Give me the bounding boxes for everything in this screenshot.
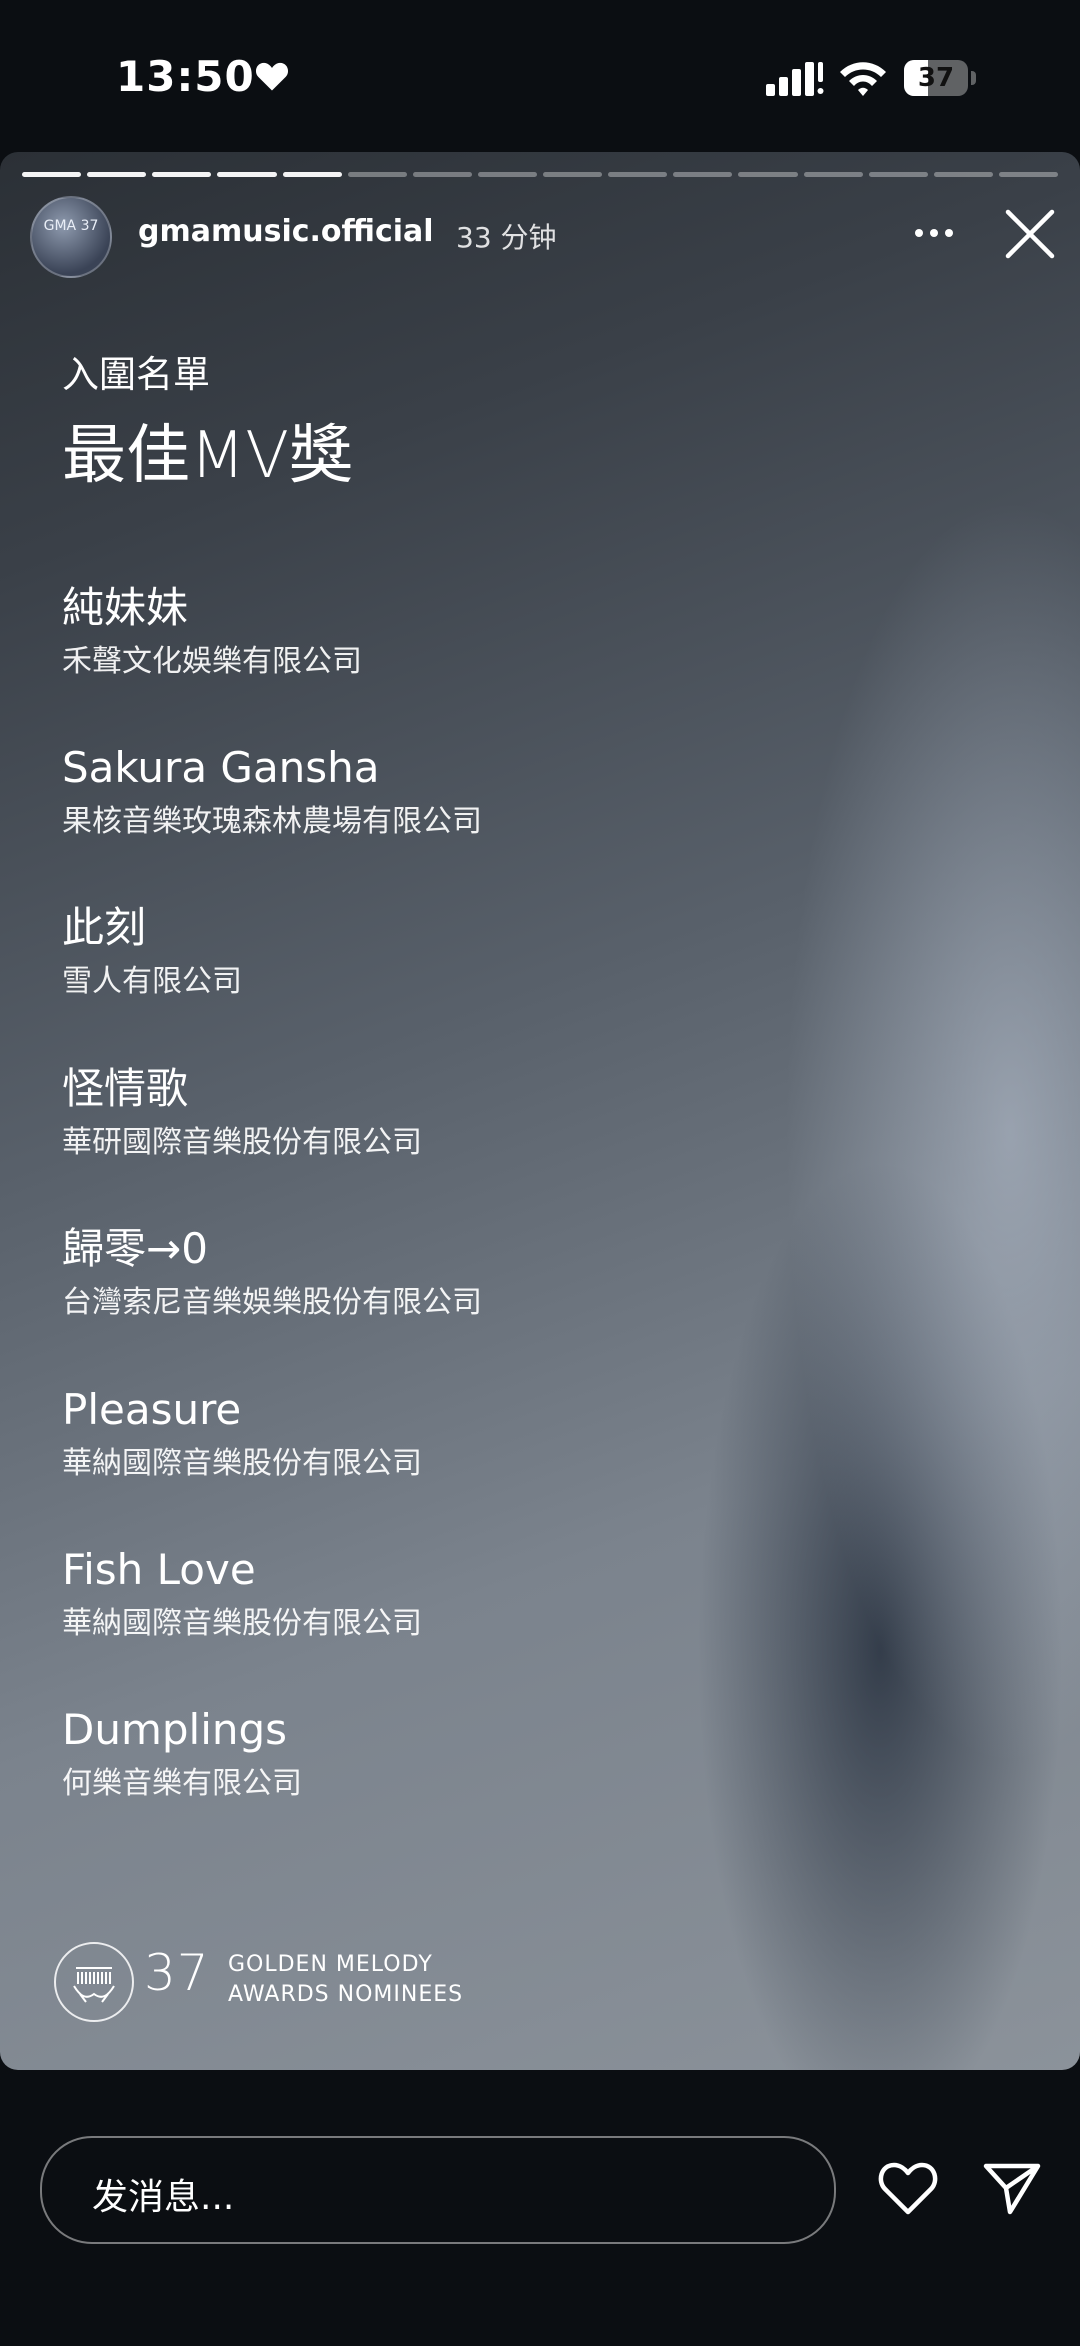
- nominee-item: Pleasure 華納國際音樂股份有限公司: [62, 1384, 422, 1484]
- message-input[interactable]: 发消息...: [40, 2136, 836, 2244]
- nominee-company: 華研國際音樂股份有限公司: [62, 1125, 422, 1160]
- caption-title: 最佳MV獎: [62, 419, 353, 493]
- footer-line-2: AWARDS NOMINEES: [228, 1982, 464, 2007]
- story-time-ago: 33 分钟: [456, 221, 557, 254]
- progress-segment: [998, 172, 1058, 177]
- message-placeholder: 发消息...: [92, 2177, 235, 2218]
- story-progress-bar: [22, 172, 1058, 178]
- footer-number: 37: [144, 1944, 210, 2002]
- nominee-item: Dumplings 何樂音樂有限公司: [62, 1704, 302, 1804]
- nominee-item: 歸零→0 台灣索尼音樂娛樂股份有限公司: [62, 1223, 482, 1323]
- nominee-company: 何樂音樂有限公司: [62, 1766, 302, 1801]
- progress-segment: [673, 172, 733, 177]
- send-icon[interactable]: [980, 2158, 1044, 2218]
- nominee-item: Sakura Gansha 果核音樂玫瑰森林農場有限公司: [62, 742, 482, 842]
- progress-segment: [347, 172, 407, 177]
- heart-icon: [255, 62, 289, 91]
- nominee-company: 雪人有限公司: [62, 964, 242, 999]
- heart-outline-icon[interactable]: [876, 2158, 940, 2218]
- avatar-text: GMA 37: [43, 218, 99, 234]
- nominee-title: 歸零→0: [62, 1224, 208, 1273]
- nominee-title: Pleasure: [62, 1385, 242, 1434]
- nominee-company: 果核音樂玫瑰森林農場有限公司: [62, 804, 482, 839]
- nominee-title: Sakura Gansha: [62, 743, 380, 792]
- story-card[interactable]: GMA 37 gmamusic.official 33 分钟 入圍名單 最佳MV…: [0, 152, 1080, 2070]
- nominee-title: Dumplings: [62, 1705, 288, 1754]
- nominee-item: 怪情歌 華研國際音樂股份有限公司: [62, 1063, 422, 1163]
- status-time: 13:50: [116, 52, 255, 101]
- wifi-icon: [840, 62, 886, 96]
- footer-text: GOLDEN MELODY AWARDS NOMINEES: [228, 1950, 463, 2010]
- progress-segment: [87, 172, 147, 177]
- nominee-title: 此刻: [62, 903, 147, 952]
- nominee-company: 華納國際音樂股份有限公司: [62, 1446, 422, 1481]
- close-icon[interactable]: [1004, 208, 1056, 260]
- username[interactable]: gmamusic.official: [138, 214, 434, 249]
- cellular-signal-icon: [766, 62, 824, 96]
- nominee-title: Fish Love: [62, 1545, 256, 1594]
- gma-logo-icon: [54, 1942, 134, 2022]
- status-bar: 13:50 37: [0, 0, 1080, 150]
- nominee-company: 台灣索尼音樂娛樂股份有限公司: [62, 1285, 482, 1320]
- progress-segment: [152, 172, 212, 177]
- nominee-item: 純妹妹 禾聲文化娛樂有限公司: [62, 582, 362, 682]
- progress-segment: [803, 172, 863, 177]
- progress-segment: [412, 172, 472, 177]
- caption-label: 入圍名單: [62, 353, 210, 396]
- nominee-company: 華納國際音樂股份有限公司: [62, 1606, 422, 1641]
- nominee-item: 此刻 雪人有限公司: [62, 902, 242, 1002]
- battery-icon: 37: [904, 60, 976, 96]
- progress-segment: [477, 172, 537, 177]
- progress-segment: [933, 172, 993, 177]
- progress-segment: [868, 172, 928, 177]
- progress-segment: [543, 172, 603, 177]
- progress-segment: [22, 172, 82, 177]
- progress-segment: [608, 172, 668, 177]
- avatar[interactable]: GMA 37: [30, 196, 112, 278]
- footer-line-1: GOLDEN MELODY: [228, 1952, 433, 1977]
- battery-level: 37: [917, 63, 955, 93]
- more-options-icon[interactable]: [912, 218, 956, 248]
- progress-segment: [738, 172, 798, 177]
- nominee-item: Fish Love 華納國際音樂股份有限公司: [62, 1544, 422, 1644]
- progress-segment: [282, 172, 342, 177]
- nominee-title: 怪情歌: [62, 1064, 189, 1113]
- nominee-title: 純妹妹: [62, 583, 189, 632]
- progress-segment: [217, 172, 277, 177]
- nominee-company: 禾聲文化娛樂有限公司: [62, 644, 362, 679]
